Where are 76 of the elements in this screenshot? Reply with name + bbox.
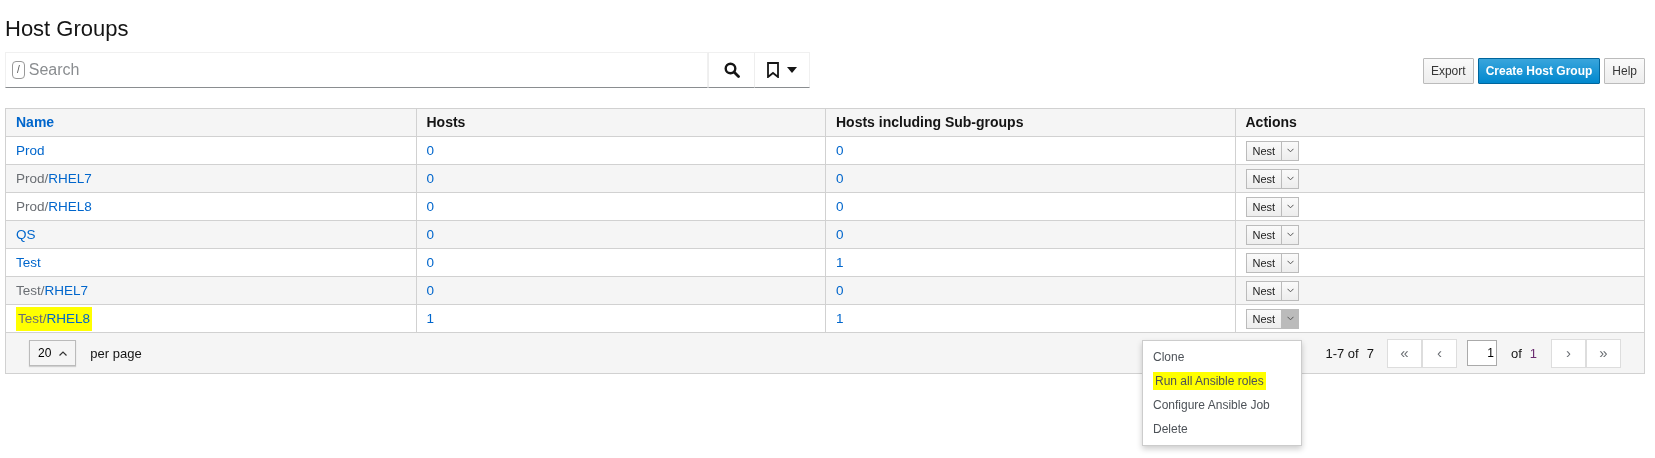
column-header: Hosts including Sub-groups: [825, 109, 1235, 137]
nest-button[interactable]: Nest: [1245, 196, 1283, 218]
page-input[interactable]: 1: [1466, 340, 1497, 367]
bookmarks-button[interactable]: [754, 52, 810, 89]
chevron-down-icon: [1286, 148, 1294, 154]
hosts-link[interactable]: 1: [836, 308, 844, 329]
prev-page-button[interactable]: ‹: [1421, 338, 1457, 368]
nest-button[interactable]: Nest: [1245, 168, 1283, 190]
menu-item[interactable]: Delete: [1143, 417, 1301, 442]
parent-name: Test/: [18, 310, 47, 326]
of-label: of: [1510, 344, 1522, 363]
group-link[interactable]: RHEL8: [46, 310, 91, 326]
group-link[interactable]: RHEL8: [48, 198, 92, 214]
parent-name: Prod/: [16, 170, 49, 186]
menu-item[interactable]: Configure Ansible Job: [1143, 393, 1301, 418]
nest-button[interactable]: Nest: [1245, 252, 1283, 274]
toolbar-button[interactable]: Create Host Group: [1477, 58, 1601, 85]
menu-item[interactable]: Clone: [1143, 345, 1301, 370]
chevron-down-icon: [1286, 176, 1294, 182]
hosts-link[interactable]: 0: [426, 140, 434, 161]
nest-button[interactable]: Nest: [1245, 308, 1283, 330]
page-title: Host Groups: [4, 15, 130, 43]
next-page-button[interactable]: ›: [1551, 338, 1586, 368]
group-link[interactable]: RHEL7: [44, 282, 89, 298]
chevron-down-icon: [1286, 232, 1294, 238]
toolbar-button[interactable]: Export: [1422, 58, 1474, 85]
dropdown-toggle[interactable]: [1282, 280, 1300, 302]
group-link[interactable]: QS: [16, 226, 36, 242]
first-page-button[interactable]: «: [1386, 338, 1422, 368]
hosts-link[interactable]: 0: [426, 280, 434, 301]
sort-link[interactable]: Name: [6, 109, 416, 137]
page-count: 1: [1529, 344, 1537, 363]
total-count: 7: [1366, 344, 1374, 363]
hosts-link[interactable]: 0: [836, 168, 844, 189]
column-header: Actions: [1234, 109, 1644, 137]
dropdown-toggle[interactable]: [1282, 196, 1300, 218]
toolbar-button[interactable]: Help: [1604, 58, 1645, 85]
per-page-select[interactable]: 20: [29, 340, 77, 367]
hosts-link[interactable]: 0: [836, 280, 844, 301]
chevron-up-icon: [59, 350, 68, 356]
hosts-link[interactable]: 0: [426, 168, 434, 189]
hosts-link[interactable]: 0: [836, 224, 844, 245]
group-link[interactable]: Test: [16, 254, 41, 270]
search-field[interactable]: / Search: [5, 52, 708, 89]
hosts-link[interactable]: 0: [426, 224, 434, 245]
parent-name: Prod/: [16, 198, 49, 214]
chevron-down-icon: [1286, 204, 1294, 210]
chevron-down-icon: [1286, 260, 1294, 266]
nest-button[interactable]: Nest: [1245, 224, 1283, 246]
dropdown-toggle[interactable]: [1282, 224, 1300, 246]
hosts-link[interactable]: 0: [426, 196, 434, 217]
range-label: 1-7 of: [1325, 344, 1359, 363]
hosts-link[interactable]: 0: [426, 252, 434, 273]
dropdown-toggle[interactable]: [1282, 168, 1300, 190]
hosts-link[interactable]: 1: [836, 252, 844, 273]
per-page-label: per page: [90, 344, 142, 363]
hosts-link[interactable]: 0: [836, 140, 844, 161]
caret-icon: [787, 67, 797, 74]
chevron-down-icon: [1286, 288, 1294, 294]
hosts-link[interactable]: 0: [836, 196, 844, 217]
chevron-down-icon: [1286, 316, 1294, 322]
dropdown-toggle[interactable]: [1282, 140, 1300, 162]
shortcut-key: /: [12, 61, 25, 80]
bookmark-icon: [767, 62, 779, 79]
nest-button[interactable]: Nest: [1245, 140, 1283, 162]
last-page-button[interactable]: »: [1586, 338, 1621, 368]
dropdown-toggle[interactable]: [1282, 308, 1300, 330]
column-header: Hosts: [415, 109, 825, 137]
nest-button[interactable]: Nest: [1245, 280, 1283, 302]
dropdown-toggle[interactable]: [1282, 252, 1300, 274]
parent-name: Test/: [16, 282, 45, 298]
group-link[interactable]: RHEL7: [48, 170, 92, 186]
group-link[interactable]: Prod: [16, 142, 45, 158]
search-icon: [723, 62, 740, 79]
search-button[interactable]: [708, 52, 754, 89]
hosts-link[interactable]: 1: [426, 308, 434, 329]
